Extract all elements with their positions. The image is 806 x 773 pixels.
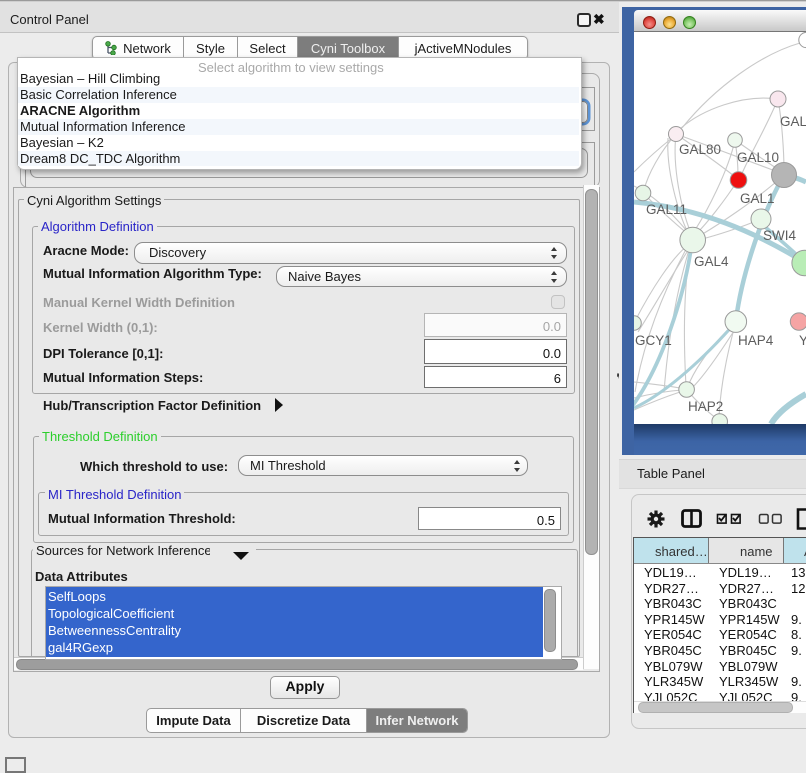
- svg-text:SWI4: SWI4: [763, 228, 796, 243]
- svg-text:Y: Y: [799, 333, 806, 348]
- svg-text:GAL10: GAL10: [737, 150, 779, 165]
- svg-text:GAL80: GAL80: [679, 142, 721, 157]
- svg-text:GAL: GAL: [780, 114, 806, 129]
- svg-text:GAL11: GAL11: [646, 202, 687, 217]
- svg-text:HAP2: HAP2: [688, 399, 723, 414]
- svg-text:GCY1: GCY1: [635, 333, 672, 348]
- svg-text:GAL1: GAL1: [740, 191, 775, 206]
- svg-text:HAP4: HAP4: [738, 333, 774, 348]
- svg-text:GAL4: GAL4: [694, 254, 729, 269]
